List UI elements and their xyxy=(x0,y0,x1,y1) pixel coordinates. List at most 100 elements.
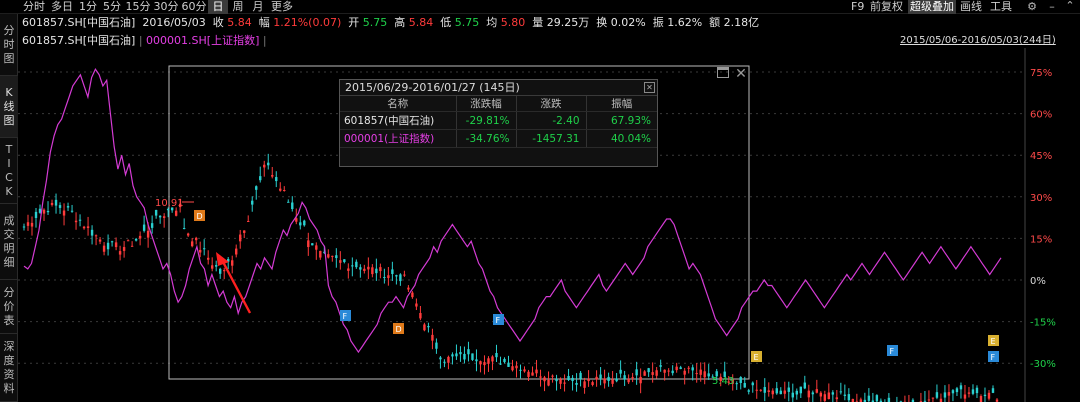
candle-body xyxy=(747,390,750,392)
high-price-label: 10.91 xyxy=(155,198,184,209)
kline-chart[interactable]: 75%60%45%30%15%0%-15%-30%10.915.43DFDFEF… xyxy=(0,0,1080,402)
stats-header-name: 名称 xyxy=(340,96,457,112)
candle-body xyxy=(198,249,202,253)
candle-body xyxy=(399,274,402,282)
candle-body xyxy=(847,394,851,401)
candle-body xyxy=(247,220,250,222)
candle-body xyxy=(255,186,258,190)
candle-body xyxy=(763,387,766,393)
candle-body xyxy=(767,390,770,392)
candle-body xyxy=(407,287,410,290)
candle-body xyxy=(363,268,366,271)
candle-body xyxy=(539,376,542,378)
candle-body xyxy=(691,367,694,371)
candle-body xyxy=(110,241,114,243)
event-marker-label: E xyxy=(991,337,996,346)
candle-body xyxy=(283,189,286,191)
candle-body xyxy=(443,361,446,363)
candle-body xyxy=(347,268,350,271)
candle-body xyxy=(775,388,778,394)
event-marker-label: D xyxy=(197,212,203,221)
candle-body xyxy=(583,381,586,388)
candle-body xyxy=(927,399,931,401)
candle-body xyxy=(663,369,666,373)
stats-header-pct: 涨跌幅 xyxy=(456,96,517,112)
candle-body xyxy=(979,396,983,402)
candle-body xyxy=(154,209,158,216)
candle-body xyxy=(235,248,238,255)
candle-body xyxy=(551,375,554,377)
candle-body xyxy=(487,358,490,364)
candle-body xyxy=(158,215,162,218)
candle-body xyxy=(959,385,963,390)
candle-body xyxy=(755,389,758,391)
candle-body xyxy=(887,397,891,402)
candle-body xyxy=(78,219,82,221)
candle-body xyxy=(787,387,790,392)
candle-body xyxy=(90,229,94,236)
low-price-label: 5.43 xyxy=(712,376,734,387)
candle-body xyxy=(619,369,622,374)
stats-row-pct: -34.76% xyxy=(456,129,517,148)
candle-body xyxy=(34,211,38,218)
candle-body xyxy=(86,226,90,228)
candle-body xyxy=(375,268,378,274)
stats-panel-close-icon[interactable]: ✕ xyxy=(644,82,655,93)
candle-body xyxy=(639,376,642,384)
candle-body xyxy=(671,370,674,374)
candle-body xyxy=(210,265,214,269)
candle-body xyxy=(803,382,806,389)
stats-row[interactable]: 601857(中国石油) -29.81% -2.40 67.93% xyxy=(340,111,657,130)
y-axis-tick-label: 45% xyxy=(1030,151,1052,162)
candle-body xyxy=(331,255,334,257)
candle-body xyxy=(591,382,594,385)
stats-header-row: 名称 涨跌幅 涨跌 振幅 xyxy=(340,96,657,112)
selection-close-icon[interactable]: ✕ xyxy=(734,67,748,81)
candle-body xyxy=(62,210,66,216)
candle-body xyxy=(415,303,418,307)
candle-body xyxy=(983,394,987,397)
candle-body xyxy=(579,372,582,379)
candle-body xyxy=(491,356,494,362)
candle-body xyxy=(779,390,782,395)
stats-row[interactable]: 000001(上证指数) -34.76% -1457.31 40.04% xyxy=(340,129,657,148)
candle-body xyxy=(931,397,935,399)
candle-body xyxy=(631,377,634,379)
stats-row-name: 601857(中国石油) xyxy=(340,111,457,130)
candle-body xyxy=(202,248,206,250)
candle-body xyxy=(182,228,186,230)
candle-body xyxy=(703,371,706,378)
candle-body xyxy=(66,206,70,208)
candle-body xyxy=(463,353,466,360)
candle-body xyxy=(102,245,106,252)
candle-body xyxy=(239,234,242,242)
candle-body xyxy=(439,357,442,360)
candle-body xyxy=(339,260,342,263)
candle-body xyxy=(70,210,74,212)
candle-body xyxy=(42,209,46,214)
candle-body xyxy=(815,389,819,393)
candle-body xyxy=(146,230,150,238)
candle-body xyxy=(627,378,630,383)
candle-body xyxy=(559,379,562,384)
candle-body xyxy=(975,387,979,394)
candle-body xyxy=(575,382,578,385)
selection-maximize-icon[interactable] xyxy=(717,67,729,78)
candle-body xyxy=(695,373,698,375)
candle-body xyxy=(831,392,835,395)
candle-body xyxy=(523,369,526,372)
candle-body xyxy=(791,392,794,398)
candle-body xyxy=(82,226,86,229)
event-marker-label: F xyxy=(496,316,501,325)
stats-row-name: 000001(上证指数) xyxy=(340,129,457,148)
candle-body xyxy=(519,369,522,371)
candle-body xyxy=(126,240,130,242)
candle-body xyxy=(651,372,654,375)
y-axis-tick-label: 75% xyxy=(1030,68,1052,79)
candle-body xyxy=(355,261,358,268)
candle-body xyxy=(435,342,438,349)
candle-body xyxy=(391,269,394,274)
candle-body xyxy=(951,390,955,394)
candle-body xyxy=(223,270,226,272)
annotation-arrow-head xyxy=(216,252,229,266)
